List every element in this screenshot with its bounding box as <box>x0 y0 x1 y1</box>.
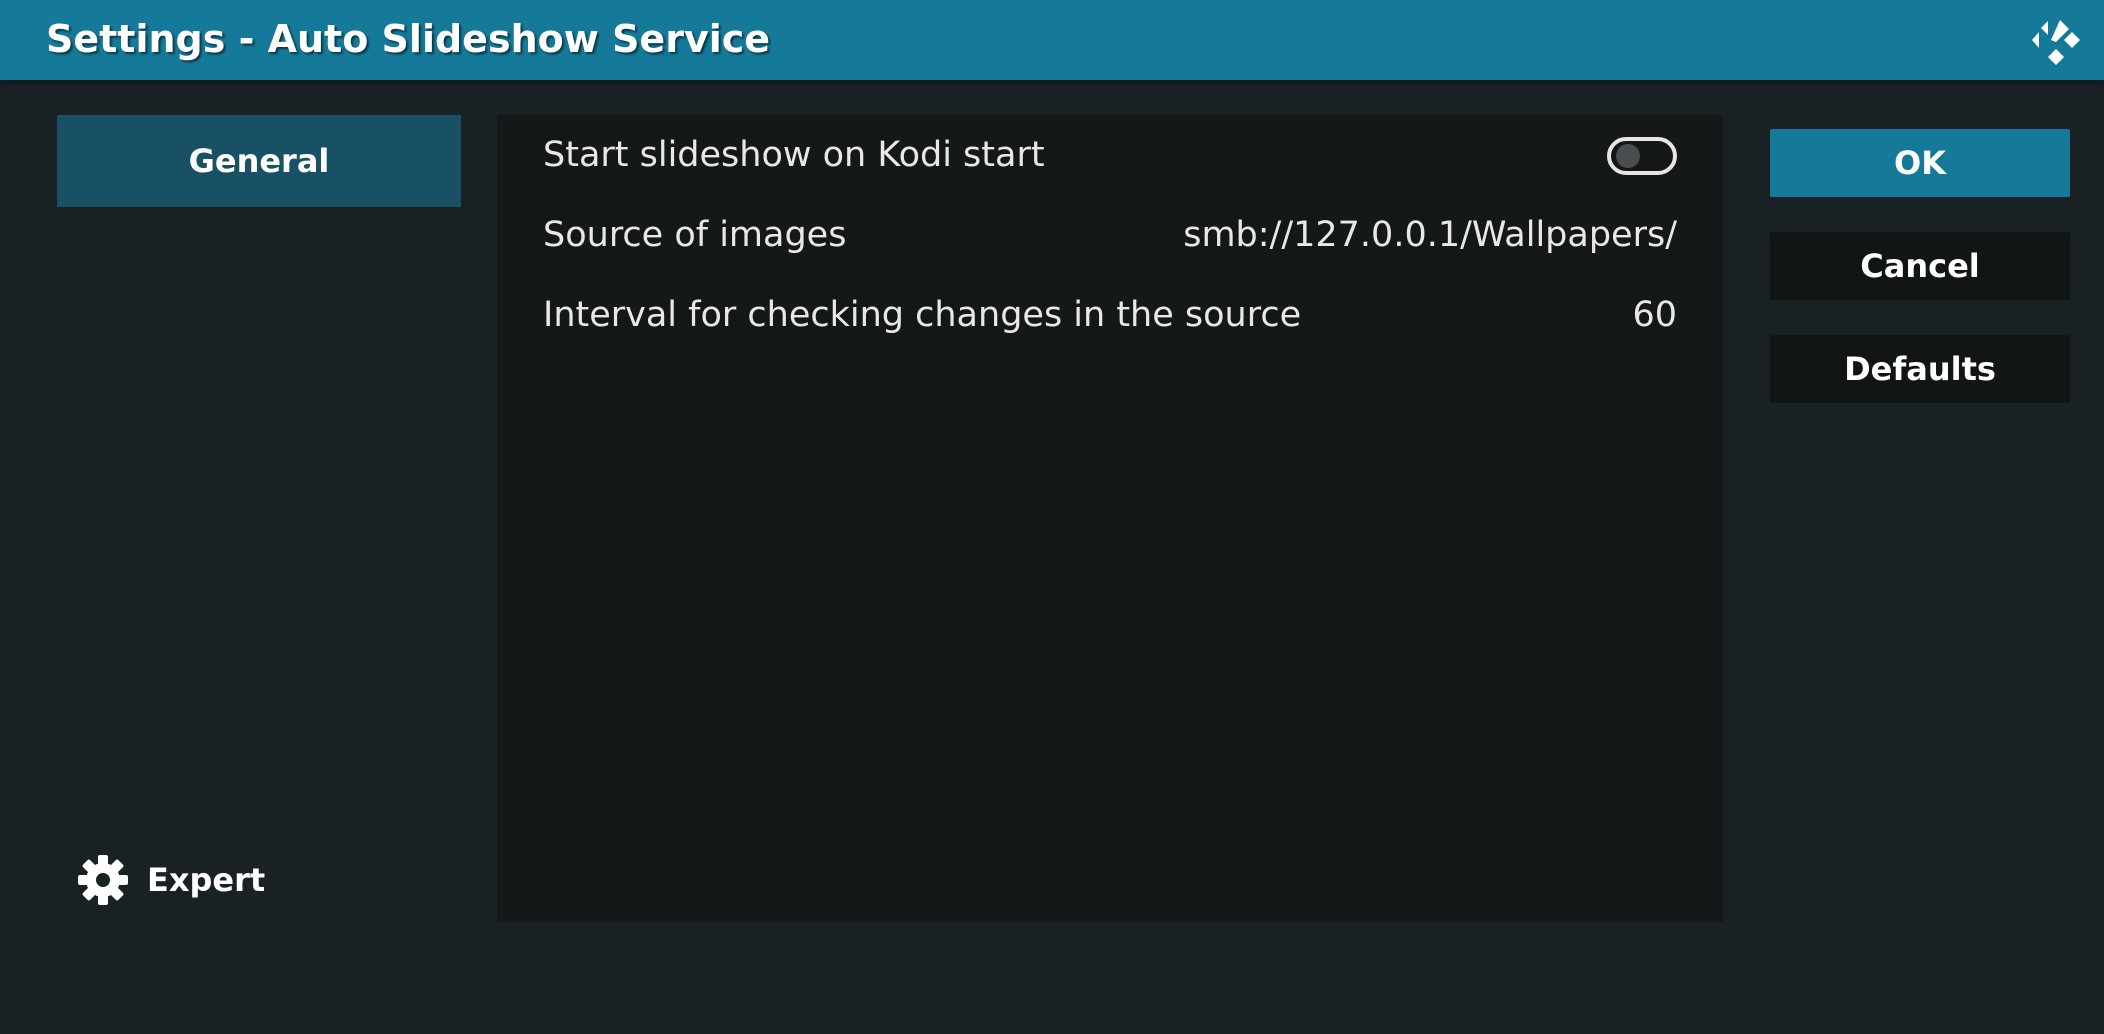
defaults-button-label: Defaults <box>1844 350 1996 388</box>
ok-button[interactable]: OK <box>1770 129 2070 197</box>
cancel-button[interactable]: Cancel <box>1770 232 2070 300</box>
setting-start-slideshow[interactable]: Start slideshow on Kodi start <box>497 115 1723 195</box>
toggle-knob <box>1616 144 1640 168</box>
setting-value: 60 <box>1632 295 1677 335</box>
kodi-logo-icon <box>2032 20 2080 65</box>
setting-check-interval[interactable]: Interval for checking changes in the sou… <box>497 275 1723 355</box>
category-general[interactable]: General <box>57 115 461 207</box>
header-bar: Settings - Auto Slideshow Service <box>0 0 2104 80</box>
setting-label: Interval for checking changes in the sou… <box>543 295 1302 335</box>
window-title: Settings - Auto Slideshow Service <box>46 17 771 61</box>
setting-label: Start slideshow on Kodi start <box>543 135 1045 175</box>
cancel-button-label: Cancel <box>1860 247 1980 285</box>
ok-button-label: OK <box>1894 144 1946 182</box>
setting-value: smb://127.0.0.1/Wallpapers/ <box>1183 215 1677 255</box>
settings-list: Start slideshow on Kodi start Source of … <box>497 115 1723 922</box>
defaults-button[interactable]: Defaults <box>1770 335 2070 403</box>
start-slideshow-toggle[interactable] <box>1607 137 1677 175</box>
settings-level-label: Expert <box>147 861 266 899</box>
settings-dialog: Settings - Auto Slideshow Service Genera… <box>0 0 2104 1034</box>
category-sidebar: General Expert <box>57 115 461 915</box>
setting-source-of-images[interactable]: Source of images smb://127.0.0.1/Wallpap… <box>497 195 1723 275</box>
gear-icon <box>78 855 128 905</box>
settings-level-button[interactable]: Expert <box>77 850 265 910</box>
category-general-label: General <box>188 142 330 180</box>
setting-label: Source of images <box>543 215 847 255</box>
